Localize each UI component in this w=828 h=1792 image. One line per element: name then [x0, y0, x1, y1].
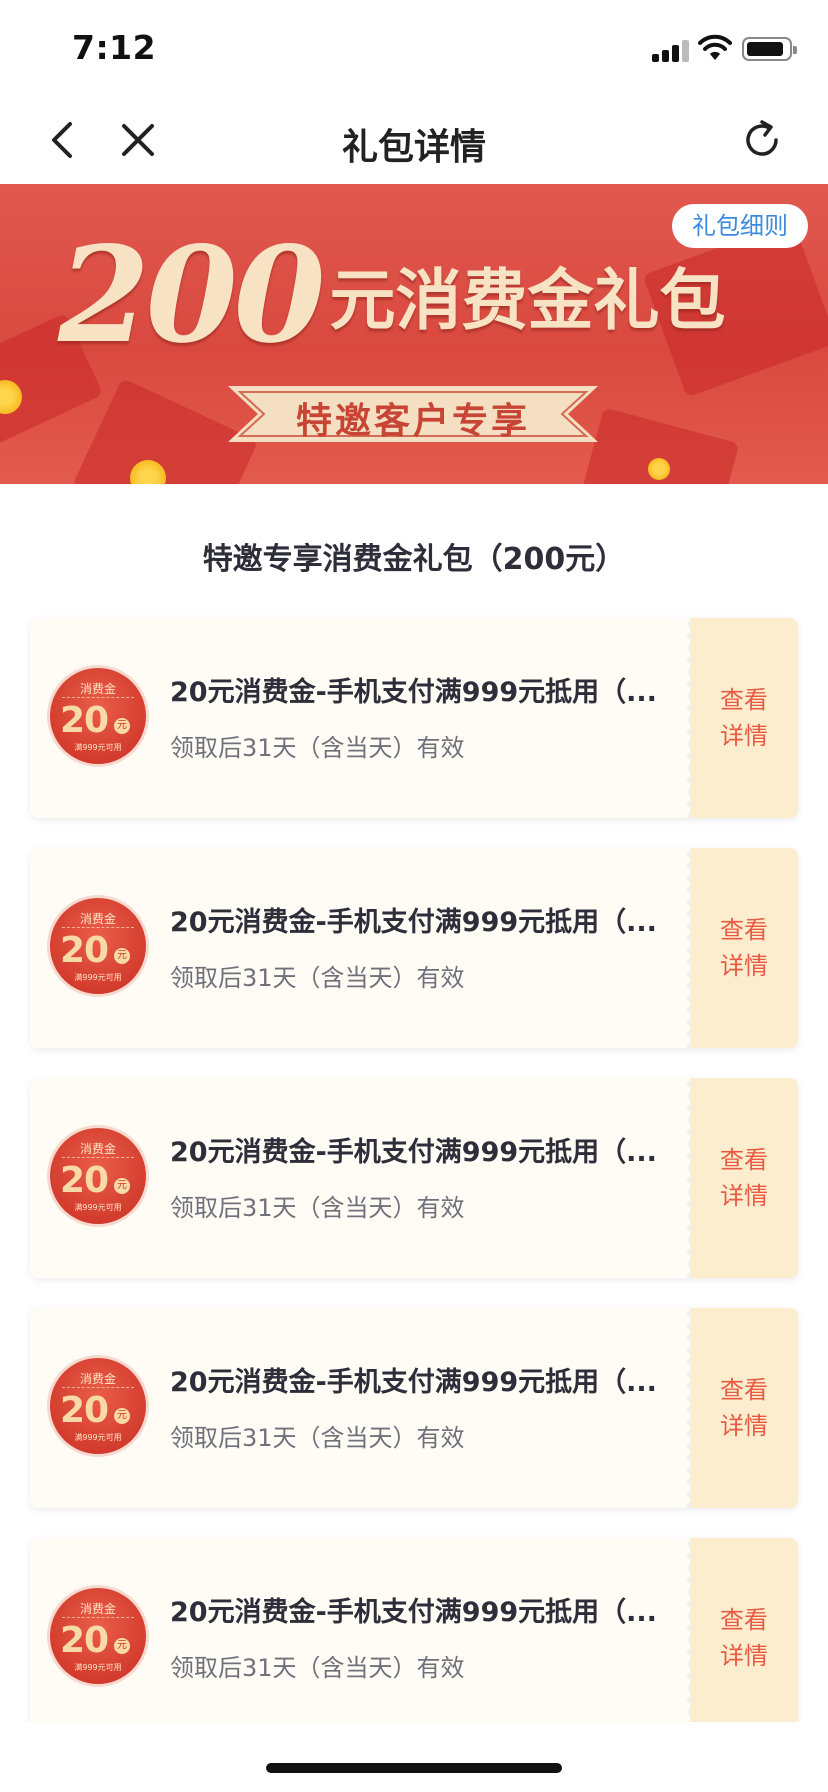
coupon-card[interactable]: 消费金 20 元 满999元可用 20元消费金-手机支付满999元抵用（... …	[30, 618, 798, 818]
badge-condition: 满999元可用	[74, 973, 122, 982]
banner-title-suffix: 元消费金礼包	[329, 262, 726, 339]
coupon-badge: 消费金 20 元 满999元可用	[50, 1588, 146, 1684]
home-indicator-area	[0, 1722, 828, 1792]
badge-label: 消费金	[79, 682, 116, 696]
badge-unit: 元	[114, 718, 130, 734]
badge-amount: 20	[60, 1390, 109, 1431]
coupon-badge: 消费金 20 元 满999元可用	[50, 898, 146, 994]
coupon-list: 消费金 20 元 满999元可用 20元消费金-手机支付满999元抵用（... …	[30, 618, 798, 1768]
badge-unit: 元	[114, 1638, 130, 1654]
section-title: 特邀专享消费金礼包（200元）	[202, 542, 626, 577]
coupon-name: 20元消费金-手机支付满999元抵用（...	[170, 1597, 657, 1628]
banner-amount: 200	[58, 218, 326, 373]
ribbon-text: 特邀客户专享	[295, 401, 530, 442]
badge-label: 消费金	[79, 912, 116, 926]
rules-button[interactable]: 礼包细则	[672, 204, 808, 248]
badge-label: 消费金	[79, 1372, 116, 1386]
view-detail-button[interactable]: 查看详情	[690, 912, 798, 984]
view-detail-button[interactable]: 查看详情	[690, 1142, 798, 1214]
status-time: 7:12	[72, 28, 157, 67]
coupon-card[interactable]: 消费金 20 元 满999元可用 20元消费金-手机支付满999元抵用（... …	[30, 1308, 798, 1508]
page-title: 礼包详情	[341, 127, 486, 168]
coupon-name: 20元消费金-手机支付满999元抵用（...	[170, 1367, 657, 1398]
nav-bar: 礼包详情	[0, 96, 828, 185]
coupon-badge: 消费金 20 元 满999元可用	[50, 1358, 146, 1454]
coupon-card[interactable]: 消费金 20 元 满999元可用 20元消费金-手机支付满999元抵用（... …	[30, 1538, 798, 1738]
banner-ribbon: 特邀客户专享	[228, 382, 598, 446]
badge-unit: 元	[114, 1408, 130, 1424]
coupon-name: 20元消费金-手机支付满999元抵用（...	[170, 1137, 657, 1168]
coin-icon	[648, 458, 670, 480]
wifi-icon	[698, 34, 732, 60]
coupon-badge: 消费金 20 元 满999元可用	[50, 1128, 146, 1224]
promo-banner: 200 元消费金礼包 特邀客户专享 礼包细则	[0, 184, 828, 484]
view-detail-label[interactable]: 查看详情	[718, 912, 770, 984]
coupon-validity: 领取后31天（含当天）有效	[170, 964, 465, 992]
badge-amount: 20	[60, 1620, 109, 1661]
view-detail-label[interactable]: 查看详情	[718, 1372, 770, 1444]
view-detail-button[interactable]: 查看详情	[690, 682, 798, 754]
view-detail-button[interactable]: 查看详情	[690, 1602, 798, 1674]
badge-unit: 元	[114, 1178, 130, 1194]
badge-amount: 20	[60, 1160, 109, 1201]
status-bar: 7:12	[0, 0, 828, 96]
battery-icon	[742, 37, 797, 61]
coupon-name: 20元消费金-手机支付满999元抵用（...	[170, 907, 657, 938]
coupon-validity: 领取后31天（含当天）有效	[170, 1424, 465, 1452]
refresh-icon[interactable]	[738, 116, 786, 164]
badge-condition: 满999元可用	[74, 743, 122, 752]
signal-icon	[652, 38, 692, 62]
view-detail-label[interactable]: 查看详情	[718, 682, 770, 754]
coupon-validity: 领取后31天（含当天）有效	[170, 1654, 465, 1682]
coupon-card[interactable]: 消费金 20 元 满999元可用 20元消费金-手机支付满999元抵用（... …	[30, 848, 798, 1048]
badge-amount: 20	[60, 930, 109, 971]
view-detail-label[interactable]: 查看详情	[718, 1142, 770, 1214]
coupon-card[interactable]: 消费金 20 元 满999元可用 20元消费金-手机支付满999元抵用（... …	[30, 1078, 798, 1278]
badge-label: 消费金	[79, 1142, 116, 1156]
badge-condition: 满999元可用	[74, 1663, 122, 1672]
badge-unit: 元	[114, 948, 130, 964]
badge-condition: 满999元可用	[74, 1433, 122, 1442]
banner-title: 200 元消费金礼包	[58, 218, 778, 373]
coupon-badge: 消费金 20 元 满999元可用	[50, 668, 146, 764]
badge-label: 消费金	[79, 1602, 116, 1616]
coupon-name: 20元消费金-手机支付满999元抵用（...	[170, 677, 657, 708]
view-detail-label[interactable]: 查看详情	[718, 1602, 770, 1674]
home-indicator[interactable]	[266, 1763, 562, 1773]
coupon-validity: 领取后31天（含当天）有效	[170, 734, 465, 762]
badge-condition: 满999元可用	[74, 1203, 122, 1212]
coupon-validity: 领取后31天（含当天）有效	[170, 1194, 465, 1222]
badge-amount: 20	[60, 700, 109, 741]
view-detail-button[interactable]: 查看详情	[690, 1372, 798, 1444]
